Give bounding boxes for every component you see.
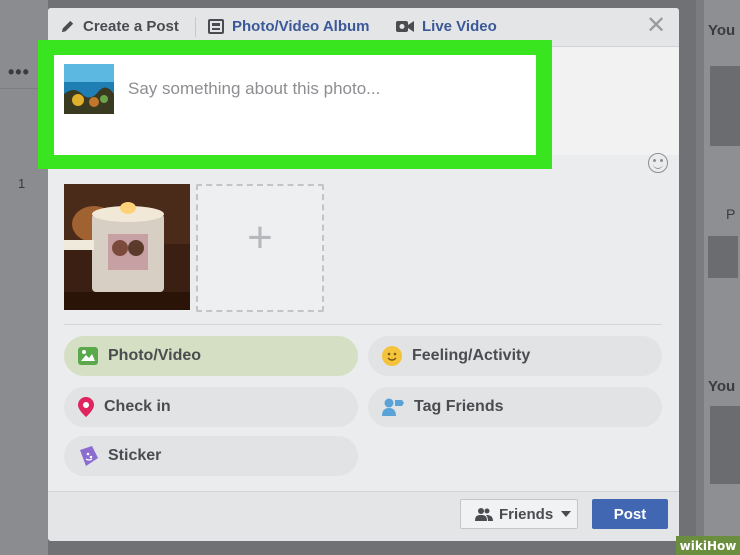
highlight-box: [38, 40, 552, 169]
action-sticker[interactable]: Sticker: [64, 436, 358, 476]
post-button[interactable]: Post: [592, 499, 668, 529]
tag-friends-icon: [382, 398, 404, 416]
more-options-dots: •••: [8, 62, 30, 82]
action-photo-video-label: Photo/Video: [108, 347, 202, 364]
audience-selector-button[interactable]: Friends: [460, 499, 578, 529]
right-sidebar-title-2: You: [708, 378, 736, 395]
emoji-icon[interactable]: [648, 153, 668, 173]
smiley-icon: [382, 346, 402, 366]
add-photo-button[interactable]: +: [196, 184, 324, 312]
pencil-icon: [61, 20, 74, 33]
action-tag-friends-label: Tag Friends: [414, 398, 504, 415]
tab-create-post-label: Create a Post: [83, 18, 179, 35]
tab-photo-video-album-label: Photo/Video Album: [232, 18, 370, 35]
action-feeling-activity-label: Feeling/Activity: [412, 347, 531, 364]
tab-photo-video-album[interactable]: Photo/Video Album: [208, 18, 370, 35]
left-number: 1: [18, 176, 26, 191]
action-sticker-label: Sticker: [108, 447, 162, 464]
tab-create-post[interactable]: Create a Post: [60, 18, 179, 35]
composer-box[interactable]: [54, 55, 536, 155]
right-sidebar-button: [708, 236, 738, 278]
photo-icon: [78, 347, 98, 365]
sticker-icon: [80, 446, 98, 466]
action-check-in[interactable]: Check in: [64, 387, 358, 427]
actions-divider: [64, 324, 662, 325]
tab-live-video[interactable]: Live Video: [396, 18, 497, 35]
action-photo-video[interactable]: Photo/Video: [64, 336, 358, 376]
dialog-footer: [48, 491, 679, 541]
right-sidebar-letter: P: [726, 206, 736, 222]
watermark-logo: wikiHow: [676, 536, 740, 555]
action-feeling-activity[interactable]: Feeling/Activity: [368, 336, 662, 376]
right-sidebar-title: You: [708, 22, 736, 39]
video-camera-icon: [396, 21, 414, 32]
uploaded-photo-thumbnail[interactable]: [64, 184, 190, 310]
action-tag-friends[interactable]: Tag Friends: [368, 387, 662, 427]
audience-selector-label: Friends: [499, 505, 554, 523]
composer-photo-preview: [64, 64, 114, 114]
action-check-in-label: Check in: [104, 398, 171, 415]
tab-live-video-label: Live Video: [422, 18, 497, 35]
album-icon: [208, 19, 224, 34]
plus-icon: +: [247, 213, 273, 262]
location-pin-icon: [78, 397, 94, 417]
close-icon[interactable]: ✕: [646, 14, 666, 38]
header-separator: [195, 17, 196, 37]
composer-input[interactable]: [128, 79, 518, 99]
right-sidebar-thumbnail: [710, 66, 740, 146]
background-right-column: You P You: [696, 0, 740, 555]
chevron-down-icon: [561, 511, 572, 517]
friends-icon: [475, 508, 493, 521]
right-sidebar-thumbnail-2: [710, 406, 740, 484]
